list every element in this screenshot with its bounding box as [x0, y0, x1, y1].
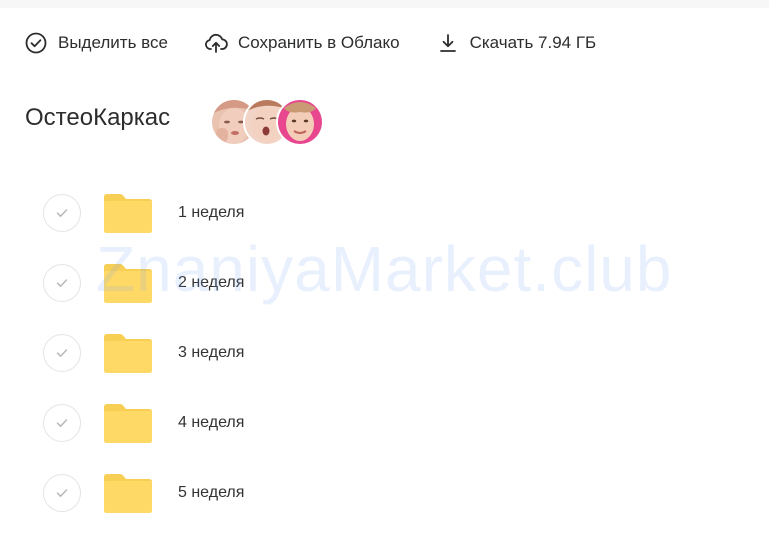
- top-strip: [0, 0, 769, 8]
- download-icon: [436, 31, 460, 55]
- download-label: Скачать 7.94 ГБ: [469, 33, 597, 52]
- item-checkbox[interactable]: [43, 474, 81, 512]
- list-item[interactable]: 1 неделя: [43, 192, 743, 262]
- cloud-upload-icon: [204, 31, 228, 55]
- item-checkbox[interactable]: [43, 264, 81, 302]
- checkmark-icon: [56, 279, 68, 287]
- folder-title: ОстеоКаркас: [25, 104, 171, 131]
- list-item[interactable]: 4 неделя: [43, 402, 743, 472]
- checkmark-icon: [56, 489, 68, 497]
- checkmark-icon: [56, 419, 68, 427]
- folder-icon: [104, 404, 152, 443]
- folder-icon: [104, 474, 152, 513]
- item-name[interactable]: 5 неделя: [178, 484, 244, 502]
- select-all-label: Выделить все: [58, 33, 168, 52]
- item-checkbox[interactable]: [43, 334, 81, 372]
- save-to-cloud-button[interactable]: Сохранить в Облако: [204, 28, 400, 58]
- toolbar: Выделить все Сохранить в Облако Скачать …: [24, 28, 632, 58]
- list-item[interactable]: 3 неделя: [43, 332, 743, 402]
- item-checkbox[interactable]: [43, 404, 81, 442]
- item-name[interactable]: 2 неделя: [178, 274, 244, 292]
- list-item[interactable]: 2 неделя: [43, 262, 743, 332]
- folder-list: 1 неделя 2 неделя 3 неделя 4 неделя 5 не…: [43, 192, 743, 534]
- avatar[interactable]: [276, 98, 324, 146]
- item-name[interactable]: 3 неделя: [178, 344, 244, 362]
- checkmark-icon: [56, 209, 68, 217]
- item-checkbox[interactable]: [43, 194, 81, 232]
- check-circle-icon: [24, 31, 48, 55]
- folder-icon: [104, 194, 152, 233]
- folder-icon: [104, 264, 152, 303]
- checkmark-icon: [56, 349, 68, 357]
- save-to-cloud-label: Сохранить в Облако: [237, 33, 400, 52]
- folder-icon: [104, 334, 152, 373]
- download-button[interactable]: Скачать 7.94 ГБ: [436, 28, 597, 58]
- shared-folder-page: Выделить все Сохранить в Облако Скачать …: [0, 0, 769, 534]
- select-all-button[interactable]: Выделить все: [24, 28, 168, 58]
- list-item[interactable]: 5 неделя: [43, 472, 743, 534]
- item-name[interactable]: 1 неделя: [178, 204, 244, 222]
- item-name[interactable]: 4 неделя: [178, 414, 244, 432]
